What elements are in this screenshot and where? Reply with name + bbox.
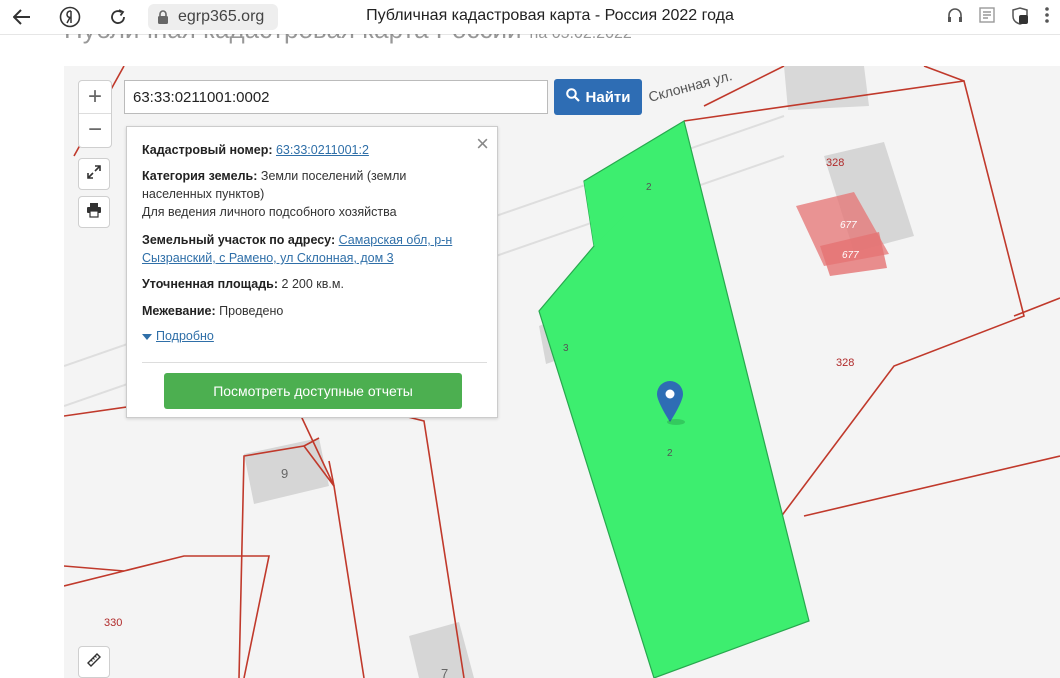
popup-divider <box>142 362 487 363</box>
details-link[interactable]: Подробно <box>142 329 214 343</box>
find-button-label: Найти <box>585 88 631 106</box>
fullscreen-button[interactable] <box>78 158 110 190</box>
area-value: 2 200 кв.м. <box>281 277 344 291</box>
parcel-3-label: 3 <box>563 343 569 354</box>
land-category-row: Категория земель: Земли поселений (земли… <box>142 167 432 203</box>
page-title: Публичная кадастровая карта - Россия 202… <box>366 7 734 24</box>
address-bar[interactable]: egrp365.org <box>148 4 278 30</box>
browser-toolbar: egrp365.org Публичная кадастровая карта … <box>0 0 1060 35</box>
parcel-2-top-label: 2 <box>646 182 652 193</box>
expand-arrows-icon <box>87 164 101 184</box>
house-7-label: 7 <box>441 666 448 678</box>
parcel-330-label: 330 <box>104 617 122 629</box>
details-link-label: Подробно <box>156 329 214 343</box>
zoom-out-button[interactable]: − <box>79 114 111 146</box>
find-button[interactable]: Найти <box>554 79 642 115</box>
view-reports-button[interactable]: Посмотреть доступные отчеты <box>164 373 462 409</box>
triangle-down-icon <box>142 333 152 340</box>
ruler-button[interactable] <box>78 646 110 678</box>
parcel-2-mid-label: 2 <box>667 448 673 459</box>
cadastral-number-link[interactable]: 63:33:0211001:2 <box>276 143 369 157</box>
lock-icon <box>157 10 169 29</box>
cadastral-search-input[interactable] <box>124 80 548 114</box>
parcel-328-top-label: 328 <box>826 157 844 169</box>
land-category-label: Категория земель: <box>142 169 258 183</box>
reload-icon[interactable] <box>106 5 130 29</box>
address-label: Земельный участок по адресу: <box>142 233 336 247</box>
survey-label: Межевание: <box>142 304 216 318</box>
house-9-label: 9 <box>281 466 288 481</box>
search-icon <box>565 88 580 106</box>
building-677-b-label: 677 <box>842 250 859 261</box>
back-arrow-icon[interactable] <box>10 5 34 29</box>
yandex-logo-icon[interactable] <box>58 5 82 29</box>
zoom-in-button[interactable]: + <box>79 81 111 114</box>
parcel-info-popup: × Кадастровый номер: 63:33:0211001:2 Кат… <box>126 126 498 418</box>
area-row: Уточненная площадь: 2 200 кв.м. <box>142 275 482 293</box>
parcel-328-right-label: 328 <box>836 357 854 369</box>
menu-icon[interactable] <box>1044 6 1050 31</box>
address-row: Земельный участок по адресу: Самарская о… <box>142 231 472 267</box>
ruler-icon <box>86 652 102 673</box>
cadastral-number-row: Кадастровый номер: 63:33:0211001:2 <box>142 141 482 159</box>
building-677-a-label: 677 <box>840 220 857 231</box>
building-top <box>784 66 869 110</box>
browser-right-icons <box>946 6 1050 31</box>
cadastral-number-label: Кадастровый номер: <box>142 143 273 157</box>
land-use-value: Для ведения личного подсобного хозяйства <box>142 205 397 219</box>
street-label: Склонная ул. <box>647 67 734 105</box>
print-button[interactable] <box>78 196 110 228</box>
headphones-icon[interactable] <box>946 6 964 31</box>
area-label: Уточненная площадь: <box>142 277 279 291</box>
survey-row: Межевание: Проведено <box>142 302 482 320</box>
printer-icon <box>86 202 102 223</box>
zoom-control: + − <box>78 80 112 148</box>
url-text: egrp365.org <box>178 8 265 25</box>
reader-icon[interactable] <box>978 6 996 31</box>
survey-value: Проведено <box>219 304 284 318</box>
protect-shield-icon[interactable] <box>1010 6 1030 31</box>
